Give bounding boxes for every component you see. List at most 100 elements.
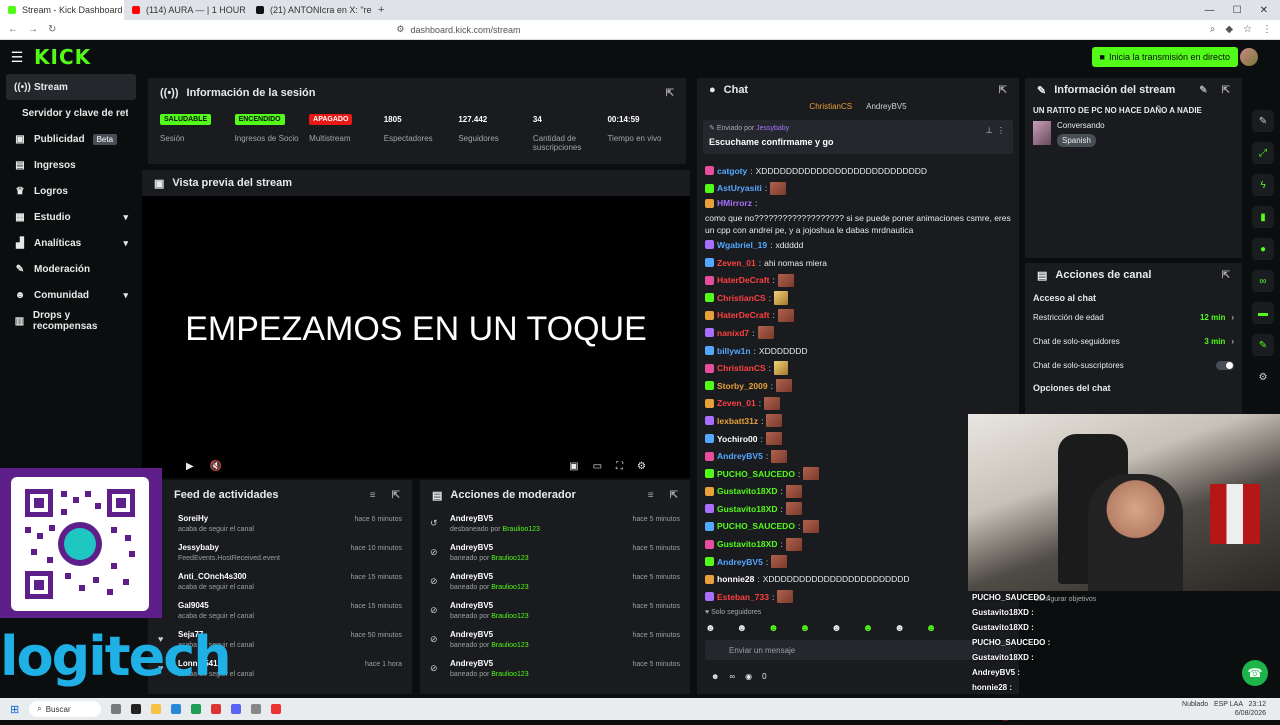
chat-username[interactable]: honnie28 bbox=[717, 573, 754, 585]
new-tab-button[interactable]: + bbox=[372, 4, 390, 16]
chat-input[interactable]: Enviar un mensaje bbox=[705, 640, 1011, 660]
emote-icon[interactable]: ☻ bbox=[926, 623, 937, 634]
start-live-button[interactable]: ■ Inicia la transmisión en directo bbox=[1091, 47, 1238, 67]
support-icon[interactable]: ☎ bbox=[1242, 660, 1268, 686]
chat-username[interactable]: AndreyBV5 bbox=[717, 556, 763, 568]
site-info-icon[interactable]: ⚙ bbox=[396, 24, 404, 35]
popout-icon[interactable]: ⇱ bbox=[666, 88, 674, 99]
kick-logo[interactable]: KICK bbox=[34, 45, 91, 69]
chat-message[interactable]: AndreyBV5: bbox=[705, 553, 1011, 571]
chat-message[interactable]: Yochiro00: bbox=[705, 430, 1011, 448]
emote-icon[interactable]: ☻ bbox=[894, 623, 905, 634]
sidebar-item-studio[interactable]: ▦ Estudio ▾ bbox=[0, 204, 142, 230]
app-icon[interactable] bbox=[211, 704, 222, 714]
app-icon[interactable] bbox=[251, 704, 262, 714]
browser-tab[interactable]: Stream - Kick Dashboard✕ bbox=[0, 0, 124, 20]
card-icon[interactable]: ▬ bbox=[1252, 302, 1274, 324]
app-icon[interactable] bbox=[191, 704, 202, 714]
chat-username[interactable]: lexbatt31z bbox=[717, 415, 758, 427]
app-icon[interactable] bbox=[231, 704, 242, 714]
chat-username[interactable]: Zeven_01 bbox=[717, 257, 756, 269]
emote-icon[interactable]: ☻ bbox=[737, 623, 748, 634]
emote-icon[interactable]: ☻ bbox=[705, 623, 716, 634]
popout-icon[interactable]: ⇱ bbox=[999, 85, 1007, 96]
sidebar-item-moderation[interactable]: ✎ Moderación bbox=[0, 256, 142, 282]
edit-icon[interactable]: ✎ bbox=[1199, 85, 1207, 96]
close-window-icon[interactable]: ✕ bbox=[1260, 5, 1268, 16]
expand-icon[interactable]: ⤢ bbox=[1252, 142, 1274, 164]
sidebar-item-stream[interactable]: ((•)) Stream bbox=[6, 74, 136, 100]
minimize-icon[interactable]: — bbox=[1205, 5, 1215, 16]
chat-message[interactable]: Gustavito18XD: bbox=[705, 535, 1011, 553]
chat-username[interactable]: Zeven_01 bbox=[717, 397, 756, 409]
chat-message[interactable]: catgoty: XDDDDDDDDDDDDDDDDDDDDDDDDDDD bbox=[705, 162, 1011, 180]
mute-icon[interactable]: 🔇 bbox=[210, 461, 222, 472]
chat-username[interactable]: ChristianCS bbox=[717, 292, 766, 304]
hamburger-icon[interactable]: ☰ bbox=[0, 49, 34, 66]
sidebar-item-server-key[interactable]: Servidor y clave de retransmisión bbox=[0, 100, 142, 126]
chat-username[interactable]: Gustavito18XD bbox=[717, 485, 777, 497]
chat-username[interactable]: Yochiro00 bbox=[717, 433, 757, 445]
chat-username[interactable]: Storby_2009 bbox=[717, 380, 768, 392]
chat-username[interactable]: HMirrorz bbox=[717, 197, 752, 209]
sidebar-item-analytics[interactable]: ▟ Analíticas ▾ bbox=[0, 230, 142, 256]
chat-message[interactable]: AstUryasiti: bbox=[705, 180, 1011, 198]
popout-icon[interactable]: ⇱ bbox=[670, 490, 678, 501]
chat-username[interactable]: billyw1n bbox=[717, 345, 751, 357]
emote-icon[interactable]: ☻ bbox=[800, 623, 811, 634]
chat-message[interactable]: PUCHO_SAUCEDO: bbox=[705, 465, 1011, 483]
chat-message[interactable]: billyw1n: XDDDDDDD bbox=[705, 342, 1011, 360]
sidebar-item-drops[interactable]: ▥ Drops y recompensas bbox=[0, 308, 142, 334]
chat-message[interactable]: Storby_2009: bbox=[705, 377, 1011, 395]
chat-username[interactable]: PUCHO_SAUCEDO bbox=[717, 468, 795, 480]
chat-username[interactable]: AstUryasiti bbox=[717, 182, 762, 194]
settings-gear-icon[interactable]: ⚙ bbox=[637, 461, 646, 472]
chat-message[interactable]: ChristianCS: bbox=[705, 289, 1011, 307]
app-icon[interactable] bbox=[271, 704, 282, 714]
subscribers-only-toggle[interactable] bbox=[1216, 360, 1234, 370]
theater-icon[interactable]: ▭ bbox=[593, 461, 602, 472]
chat-username[interactable]: AndreyBV5 bbox=[717, 450, 763, 462]
chat-message[interactable]: HaterDeCraft: bbox=[705, 307, 1011, 325]
chat-message[interactable]: Zeven_01: ahi nomas miera bbox=[705, 254, 1011, 272]
chat-bubble-icon[interactable]: ● bbox=[1252, 238, 1274, 260]
chat-message[interactable]: HaterDeCraft: bbox=[705, 271, 1011, 289]
sidebar-item-ads[interactable]: ▣ Publicidad Beta bbox=[0, 126, 142, 152]
chat-message[interactable]: Wgabriel_19: xddddd bbox=[705, 236, 1011, 254]
pip-icon[interactable]: ▣ bbox=[569, 461, 578, 472]
chat-username[interactable]: Gustavito18XD bbox=[717, 503, 777, 515]
chat-username[interactable]: catgoty bbox=[717, 165, 747, 177]
people-icon[interactable]: ☻ bbox=[711, 672, 719, 681]
taskbar-search[interactable]: ⌕ Buscar bbox=[29, 701, 102, 717]
popout-icon[interactable]: ⇱ bbox=[1222, 270, 1230, 281]
chat-message[interactable]: Zeven_01: bbox=[705, 395, 1011, 413]
maximize-icon[interactable]: ☐ bbox=[1233, 5, 1242, 16]
link-icon[interactable]: ∞ bbox=[1252, 270, 1274, 292]
reload-icon[interactable]: ↻ bbox=[48, 24, 56, 35]
windows-start-icon[interactable]: ⊞ bbox=[10, 703, 19, 716]
chat-username[interactable]: Gustavito18XD bbox=[717, 538, 777, 550]
chat-username[interactable]: PUCHO_SAUCEDO bbox=[717, 520, 795, 532]
settings-gear-icon[interactable]: ⚙ bbox=[1252, 366, 1274, 388]
zoom-icon[interactable]: ⌕ bbox=[1210, 24, 1216, 35]
link-icon[interactable]: ∞ bbox=[729, 672, 735, 681]
chat-username[interactable]: Esteban_733 bbox=[717, 591, 769, 603]
pinned-message[interactable]: ✎ Enviado por Jessybaby Escuchame confir… bbox=[703, 120, 1013, 154]
wrench-icon[interactable]: ✎ bbox=[1252, 334, 1274, 356]
chat-message[interactable]: honnie28: XDDDDDDDDDDDDDDDDDDDDDDD bbox=[705, 570, 1011, 588]
avatar[interactable] bbox=[1240, 48, 1258, 66]
sidebar-item-community[interactable]: ☻ Comunidad ▾ bbox=[0, 282, 142, 308]
app-icon[interactable] bbox=[111, 704, 122, 714]
filter-icon[interactable]: ≡ bbox=[648, 490, 654, 501]
followers-only-setting[interactable]: Chat de solo-seguidores 3 min › bbox=[1025, 329, 1242, 353]
extension-icon[interactable]: ◆ bbox=[1225, 24, 1233, 35]
folder-icon[interactable] bbox=[151, 704, 162, 714]
pin-icon[interactable]: ⊥ bbox=[986, 126, 993, 135]
browser-tab[interactable]: (21) ANTONIcra en X: "recuperando✕ bbox=[248, 0, 372, 20]
popout-icon[interactable]: ⇱ bbox=[1222, 85, 1230, 96]
sidebar-item-achievements[interactable]: ♛ Logros bbox=[0, 178, 142, 204]
chat-message[interactable]: HMirrorz: como que no??????????????????? … bbox=[705, 197, 1011, 236]
popout-icon[interactable]: ⇱ bbox=[392, 490, 400, 501]
forward-icon[interactable]: → bbox=[28, 24, 38, 35]
emote-icon[interactable]: ☻ bbox=[768, 623, 779, 634]
